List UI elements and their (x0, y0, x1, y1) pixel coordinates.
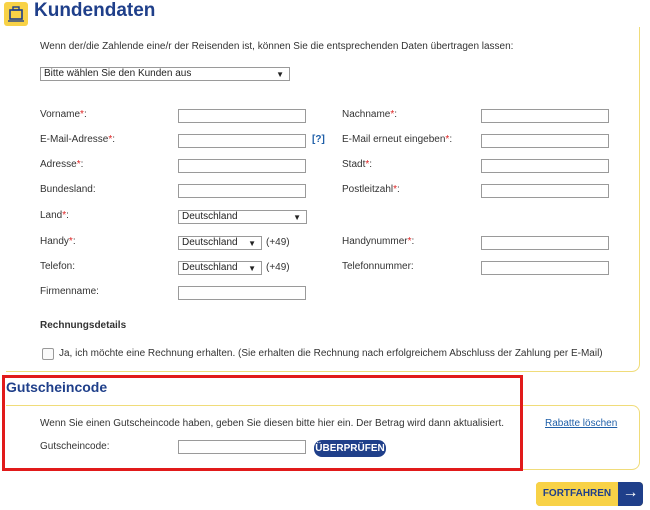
caret-down-icon: ▼ (293, 213, 301, 222)
suitcase-icon (4, 2, 28, 26)
voucher-title: Gutscheincode (6, 379, 108, 395)
customer-select[interactable]: Bitte wählen Sie den Kunden aus ▼ (40, 67, 290, 81)
state-label: Bundesland: (40, 184, 96, 195)
lastname-input[interactable] (481, 109, 609, 123)
zip-input[interactable] (481, 184, 609, 198)
email-input[interactable] (178, 134, 306, 148)
firstname-label: Vorname*: (40, 109, 87, 120)
phone-prefix: (+49) (266, 262, 290, 273)
voucher-code-input[interactable] (178, 440, 306, 454)
arrow-right-icon: → (618, 482, 643, 506)
invoice-checkbox-label: Ja, ich möchte eine Rechnung erhalten. (… (59, 348, 603, 359)
invoice-heading: Rechnungsdetails (40, 320, 127, 331)
invoice-checkbox[interactable] (42, 348, 54, 360)
firstname-input[interactable] (178, 109, 306, 123)
mobile-prefix: (+49) (266, 237, 290, 248)
zip-label: Postleitzahl*: (342, 184, 400, 195)
phone-number-input[interactable] (481, 261, 609, 275)
caret-down-icon: ▼ (276, 70, 284, 79)
continue-button[interactable]: FORTFAHREN → (536, 482, 643, 506)
email-help-link[interactable]: [?] (312, 134, 325, 145)
voucher-code-label: Gutscheincode: (40, 441, 110, 452)
lastname-label: Nachname*: (342, 109, 398, 120)
country-select[interactable]: Deutschland ▼ (178, 210, 307, 224)
check-voucher-button[interactable]: ÜBERPRÜFEN (314, 440, 386, 457)
page-title: Kundendaten (34, 0, 156, 21)
email-repeat-label: E-Mail erneut eingeben*: (342, 134, 453, 145)
continue-button-label: FORTFAHREN (536, 482, 618, 506)
address-input[interactable] (178, 159, 306, 173)
mobile-country-value: Deutschland (182, 237, 238, 248)
company-input[interactable] (178, 286, 306, 300)
phone-label: Telefon: (40, 261, 76, 272)
customer-select-value: Bitte wählen Sie den Kunden aus (44, 68, 192, 79)
phone-country-value: Deutschland (182, 262, 238, 273)
city-label: Stadt*: (342, 159, 373, 170)
state-input[interactable] (178, 184, 306, 198)
phone-country-select[interactable]: Deutschland ▼ (178, 261, 262, 275)
voucher-intro: Wenn Sie einen Gutscheincode haben, gebe… (40, 418, 504, 429)
address-label: Adresse*: (40, 159, 84, 170)
country-select-value: Deutschland (182, 211, 238, 222)
remove-discounts-link[interactable]: Rabatte löschen (545, 418, 617, 429)
company-label: Firmenname: (40, 286, 99, 297)
intro-text: Wenn der/die Zahlende eine/r der Reisend… (40, 41, 514, 52)
phone-number-label: Telefonnummer: (342, 261, 414, 272)
city-input[interactable] (481, 159, 609, 173)
mobile-number-label: Handynummer*: (342, 236, 415, 247)
caret-down-icon: ▼ (248, 239, 256, 248)
mobile-country-select[interactable]: Deutschland ▼ (178, 236, 262, 250)
mobile-label: Handy*: (40, 236, 76, 247)
country-label: Land*: (40, 210, 69, 221)
caret-down-icon: ▼ (248, 264, 256, 273)
mobile-number-input[interactable] (481, 236, 609, 250)
email-label: E-Mail-Adresse*: (40, 134, 116, 145)
email-repeat-input[interactable] (481, 134, 609, 148)
